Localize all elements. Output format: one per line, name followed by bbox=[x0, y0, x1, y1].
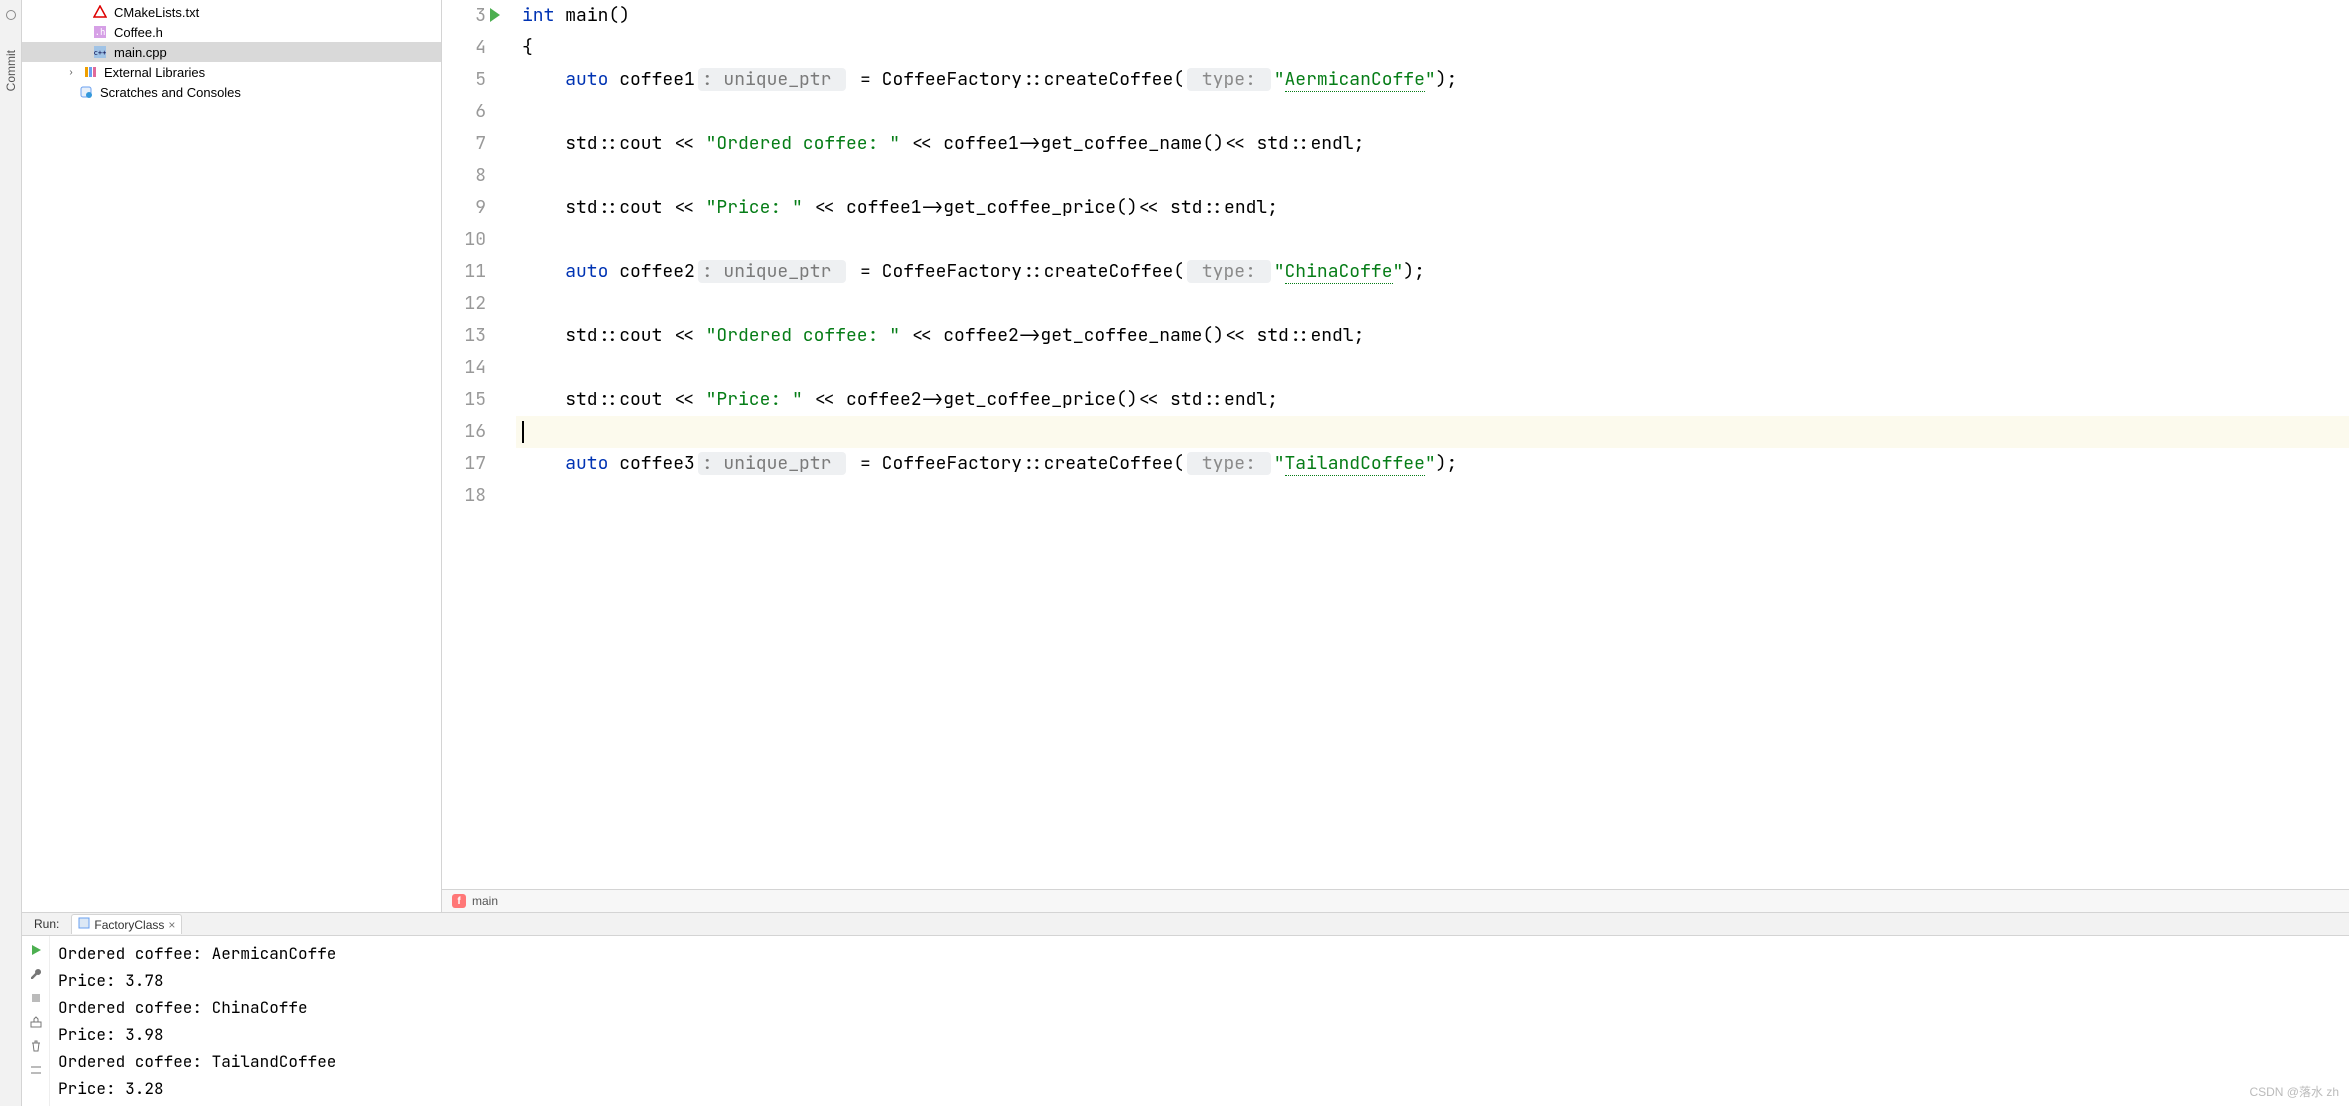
code-line[interactable] bbox=[516, 352, 2349, 384]
editor-code[interactable]: int main(){ auto coffee1: unique_ptr = C… bbox=[516, 0, 2349, 889]
cmake-icon bbox=[92, 4, 108, 20]
editor-gutter[interactable]: 3456789101112131415161718 bbox=[442, 0, 502, 889]
gutter-line[interactable]: 3 bbox=[442, 0, 486, 32]
more-icon[interactable] bbox=[28, 1062, 44, 1078]
gutter-line[interactable]: 6 bbox=[442, 96, 486, 128]
code-line[interactable] bbox=[516, 160, 2349, 192]
gutter-line[interactable]: 15 bbox=[442, 384, 486, 416]
gutter-line[interactable]: 12 bbox=[442, 288, 486, 320]
code-line[interactable] bbox=[516, 480, 2349, 512]
layout-icon[interactable] bbox=[28, 1014, 44, 1030]
tree-item-label: Coffee.h bbox=[114, 25, 163, 40]
run-icon[interactable] bbox=[28, 942, 44, 958]
gutter-line[interactable]: 11 bbox=[442, 256, 486, 288]
svg-text:.h: .h bbox=[95, 28, 106, 38]
wrench-icon[interactable] bbox=[28, 966, 44, 982]
run-config-icon bbox=[78, 917, 90, 932]
gutter-line[interactable]: 7 bbox=[442, 128, 486, 160]
breadcrumb-func: main bbox=[472, 894, 498, 908]
run-label: Run: bbox=[34, 917, 59, 931]
libraries-icon bbox=[82, 64, 98, 80]
tree-scratches[interactable]: Scratches and Consoles bbox=[22, 82, 441, 102]
code-line[interactable] bbox=[516, 288, 2349, 320]
commit-label: Commit bbox=[4, 50, 18, 91]
hfile-icon: .h bbox=[92, 24, 108, 40]
gutter-line[interactable]: 14 bbox=[442, 352, 486, 384]
code-line[interactable]: auto coffee2: unique_ptr = CoffeeFactory… bbox=[516, 256, 2349, 288]
run-toolbar bbox=[22, 936, 50, 1106]
tree-item-label: CMakeLists.txt bbox=[114, 5, 199, 20]
scratch-icon bbox=[78, 84, 94, 100]
tree-file-item[interactable]: .h Coffee.h bbox=[22, 22, 441, 42]
project-tree[interactable]: CMakeLists.txt .h Coffee.h c++ main.cpp › Ex… bbox=[22, 0, 442, 912]
run-panel: Run: FactoryClass × bbox=[22, 912, 2349, 1106]
run-output[interactable]: Ordered coffee: AermicanCoffe Price: 3.7… bbox=[50, 936, 2349, 1106]
code-line[interactable]: std::cout << "Ordered coffee: " << coffe… bbox=[516, 320, 2349, 352]
run-tabs: Run: FactoryClass × bbox=[22, 913, 2349, 936]
editor[interactable]: 3456789101112131415161718 int main(){ au… bbox=[442, 0, 2349, 912]
code-line[interactable]: std::cout << "Price: " << coffee2->get_c… bbox=[516, 384, 2349, 416]
tree-external-libraries[interactable]: › External Libraries bbox=[22, 62, 441, 82]
tree-item-label: main.cpp bbox=[114, 45, 167, 60]
run-tab[interactable]: FactoryClass × bbox=[71, 914, 182, 934]
tree-file-item[interactable]: c++ main.cpp bbox=[22, 42, 441, 62]
gutter-line[interactable]: 13 bbox=[442, 320, 486, 352]
code-line[interactable] bbox=[516, 416, 2349, 448]
watermark: CSDN @落水 zh bbox=[2249, 1083, 2339, 1100]
code-line[interactable]: int main() bbox=[516, 0, 2349, 32]
gutter-line[interactable]: 17 bbox=[442, 448, 486, 480]
commit-sidebar[interactable]: Commit bbox=[0, 0, 22, 1106]
tree-item-label: Scratches and Consoles bbox=[100, 85, 241, 100]
code-line[interactable]: auto coffee1: unique_ptr = CoffeeFactory… bbox=[516, 64, 2349, 96]
run-tab-label: FactoryClass bbox=[94, 918, 164, 932]
gutter-line[interactable]: 4 bbox=[442, 32, 486, 64]
code-line[interactable]: std::cout << "Ordered coffee: " << coffe… bbox=[516, 128, 2349, 160]
code-line[interactable]: auto coffee3: unique_ptr = CoffeeFactory… bbox=[516, 448, 2349, 480]
gutter-line[interactable]: 8 bbox=[442, 160, 486, 192]
code-line[interactable]: { bbox=[516, 32, 2349, 64]
text-caret bbox=[522, 421, 524, 443]
close-icon[interactable]: × bbox=[168, 918, 175, 932]
code-line[interactable]: std::cout << "Price: " << coffee1->get_c… bbox=[516, 192, 2349, 224]
gutter-line[interactable]: 9 bbox=[442, 192, 486, 224]
gutter-line[interactable]: 18 bbox=[442, 480, 486, 512]
tree-file-item[interactable]: CMakeLists.txt bbox=[22, 2, 441, 22]
chevron-right-icon: › bbox=[66, 67, 76, 78]
code-line[interactable] bbox=[516, 96, 2349, 128]
tree-item-label: External Libraries bbox=[104, 65, 205, 80]
gutter-line[interactable]: 5 bbox=[442, 64, 486, 96]
function-badge-icon: f bbox=[452, 894, 466, 908]
trash-icon[interactable] bbox=[28, 1038, 44, 1054]
breadcrumb[interactable]: f main bbox=[442, 889, 2349, 912]
gutter-run-icon[interactable] bbox=[490, 8, 500, 22]
code-line[interactable] bbox=[516, 224, 2349, 256]
stop-icon[interactable] bbox=[28, 990, 44, 1006]
gutter-line[interactable]: 10 bbox=[442, 224, 486, 256]
gutter-line[interactable]: 16 bbox=[442, 416, 486, 448]
cppfile-icon: c++ bbox=[92, 44, 108, 60]
commit-dot-icon bbox=[6, 10, 16, 20]
svg-text:c++: c++ bbox=[94, 49, 107, 57]
